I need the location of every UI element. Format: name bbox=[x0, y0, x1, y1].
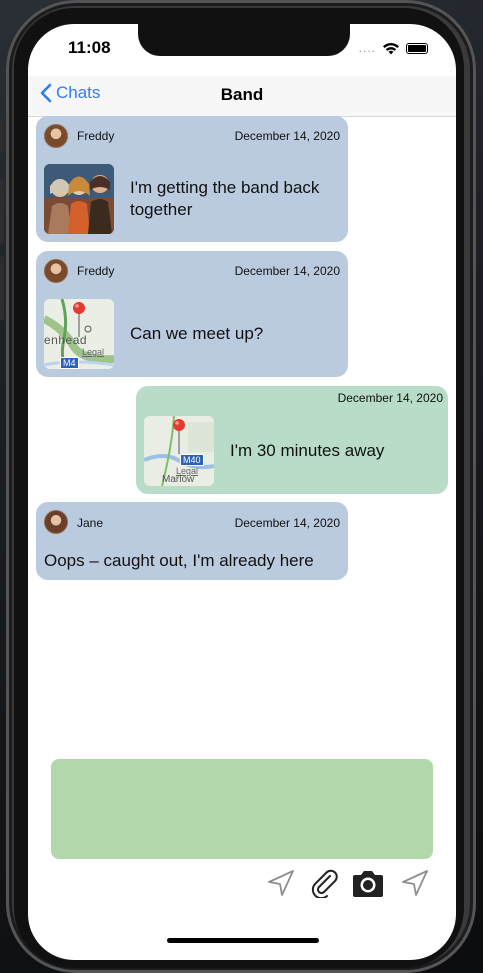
message-text: I'm getting the band back together bbox=[130, 177, 340, 221]
message-date: December 14, 2020 bbox=[234, 516, 340, 530]
avatar bbox=[44, 124, 68, 148]
message-text: Oops – caught out, I'm already here bbox=[44, 551, 314, 570]
message-text: Can we meet up? bbox=[130, 324, 264, 343]
signal-icon: .... bbox=[358, 41, 376, 55]
sender-name: Freddy bbox=[77, 264, 115, 278]
volume-down-button bbox=[0, 256, 4, 320]
map-place-label: Marlow bbox=[162, 474, 195, 485]
message-date: December 14, 2020 bbox=[234, 264, 340, 278]
location-arrow-icon[interactable] bbox=[266, 868, 296, 898]
message-bubble[interactable]: Jane December 14, 2020 Oops – caught out… bbox=[36, 502, 348, 580]
message-text-line: I'm getting the band back bbox=[130, 178, 320, 197]
status-icons: .... bbox=[359, 41, 428, 55]
status-time: 11:08 bbox=[68, 38, 111, 57]
sender-name: Jane bbox=[77, 516, 104, 530]
map-legal-label: Legal bbox=[82, 347, 105, 357]
map-road-label: M40 bbox=[180, 454, 204, 466]
sender-name: Freddy bbox=[77, 129, 115, 143]
silent-switch bbox=[0, 118, 4, 152]
wifi-icon bbox=[383, 42, 399, 54]
phone-screen: 11:08 .... Chats Band Freddy December 14… bbox=[28, 24, 456, 960]
band-photo-image bbox=[44, 164, 114, 234]
paperclip-icon[interactable] bbox=[310, 868, 340, 898]
navigation-bar: Chats Band bbox=[28, 76, 456, 117]
map-attachment[interactable]: enhead Legal M4 bbox=[44, 299, 114, 369]
map-place-label: enhead bbox=[44, 333, 88, 347]
photo-attachment[interactable] bbox=[44, 164, 114, 234]
map-attachment[interactable]: M40 Legal Marlow bbox=[144, 416, 214, 486]
battery-icon bbox=[406, 42, 428, 54]
avatar bbox=[44, 510, 68, 534]
message-bubble-outgoing[interactable]: December 14, 2020 M40 Legal Marlow I'm 3… bbox=[136, 386, 448, 494]
message-text-line: together bbox=[130, 200, 193, 219]
avatar bbox=[44, 259, 68, 283]
message-bubble[interactable]: Freddy December 14, 2020 I'm getting the… bbox=[36, 116, 348, 242]
camera-icon[interactable] bbox=[350, 869, 386, 899]
home-indicator[interactable] bbox=[167, 938, 319, 943]
message-text: I'm 30 minutes away bbox=[230, 441, 385, 460]
message-date: December 14, 2020 bbox=[234, 129, 340, 143]
volume-up-button bbox=[0, 180, 4, 244]
message-date: December 14, 2020 bbox=[337, 391, 443, 405]
send-icon[interactable] bbox=[400, 868, 430, 898]
message-composer[interactable] bbox=[51, 759, 433, 859]
message-bubble[interactable]: Freddy December 14, 2020 enhead Legal M4… bbox=[36, 251, 348, 377]
page-title: Band bbox=[220, 85, 264, 104]
notch bbox=[138, 24, 350, 56]
map-road-label: M4 bbox=[60, 357, 79, 369]
